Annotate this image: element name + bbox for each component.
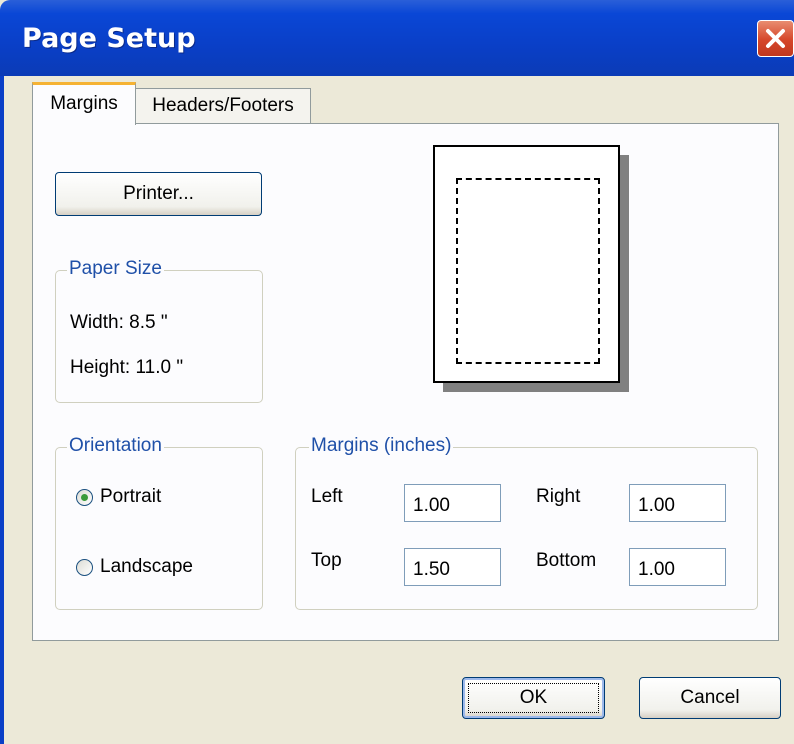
page-preview-margin-guide [456, 178, 600, 364]
paper-width-text: Width: 8.5 " [70, 312, 168, 333]
top-margin-input[interactable] [404, 548, 501, 586]
page-preview [433, 145, 620, 383]
right-margin-input[interactable] [629, 484, 726, 522]
left-margin-input[interactable] [404, 484, 501, 522]
printer-button[interactable]: Printer... [55, 172, 262, 216]
ok-button[interactable]: OK [462, 677, 605, 719]
paper-size-legend: Paper Size [67, 258, 164, 280]
window-frame-left [0, 76, 4, 744]
orientation-group: Orientation [55, 435, 263, 610]
radio-selected-dot [81, 494, 88, 501]
tab-headers-footers[interactable]: Headers/Footers [135, 88, 311, 124]
right-margin-label: Right [536, 486, 581, 507]
focus-rect [468, 683, 599, 713]
landscape-radio[interactable] [76, 559, 93, 576]
tab-margins[interactable]: Margins [32, 82, 136, 125]
page-setup-dialog: Page Setup Margins Headers/Footers Print… [0, 0, 794, 744]
cancel-button[interactable]: Cancel [639, 677, 781, 719]
orientation-legend: Orientation [67, 435, 164, 457]
bottom-margin-label: Bottom [536, 550, 597, 571]
paper-height-text: Height: 11.0 " [70, 357, 184, 378]
margins-legend: Margins (inches) [309, 435, 454, 457]
left-margin-label: Left [311, 486, 343, 507]
top-margin-label: Top [311, 550, 342, 571]
close-icon [766, 29, 785, 48]
portrait-radio[interactable] [76, 489, 93, 506]
bottom-margin-input[interactable] [629, 548, 726, 586]
close-button[interactable] [757, 20, 794, 57]
paper-size-group: Paper Size [55, 258, 263, 403]
cancel-button-label: Cancel [680, 687, 740, 708]
landscape-label[interactable]: Landscape [100, 556, 193, 578]
window-title: Page Setup [22, 23, 196, 54]
portrait-label[interactable]: Portrait [100, 486, 161, 508]
title-bar[interactable]: Page Setup [0, 0, 794, 76]
